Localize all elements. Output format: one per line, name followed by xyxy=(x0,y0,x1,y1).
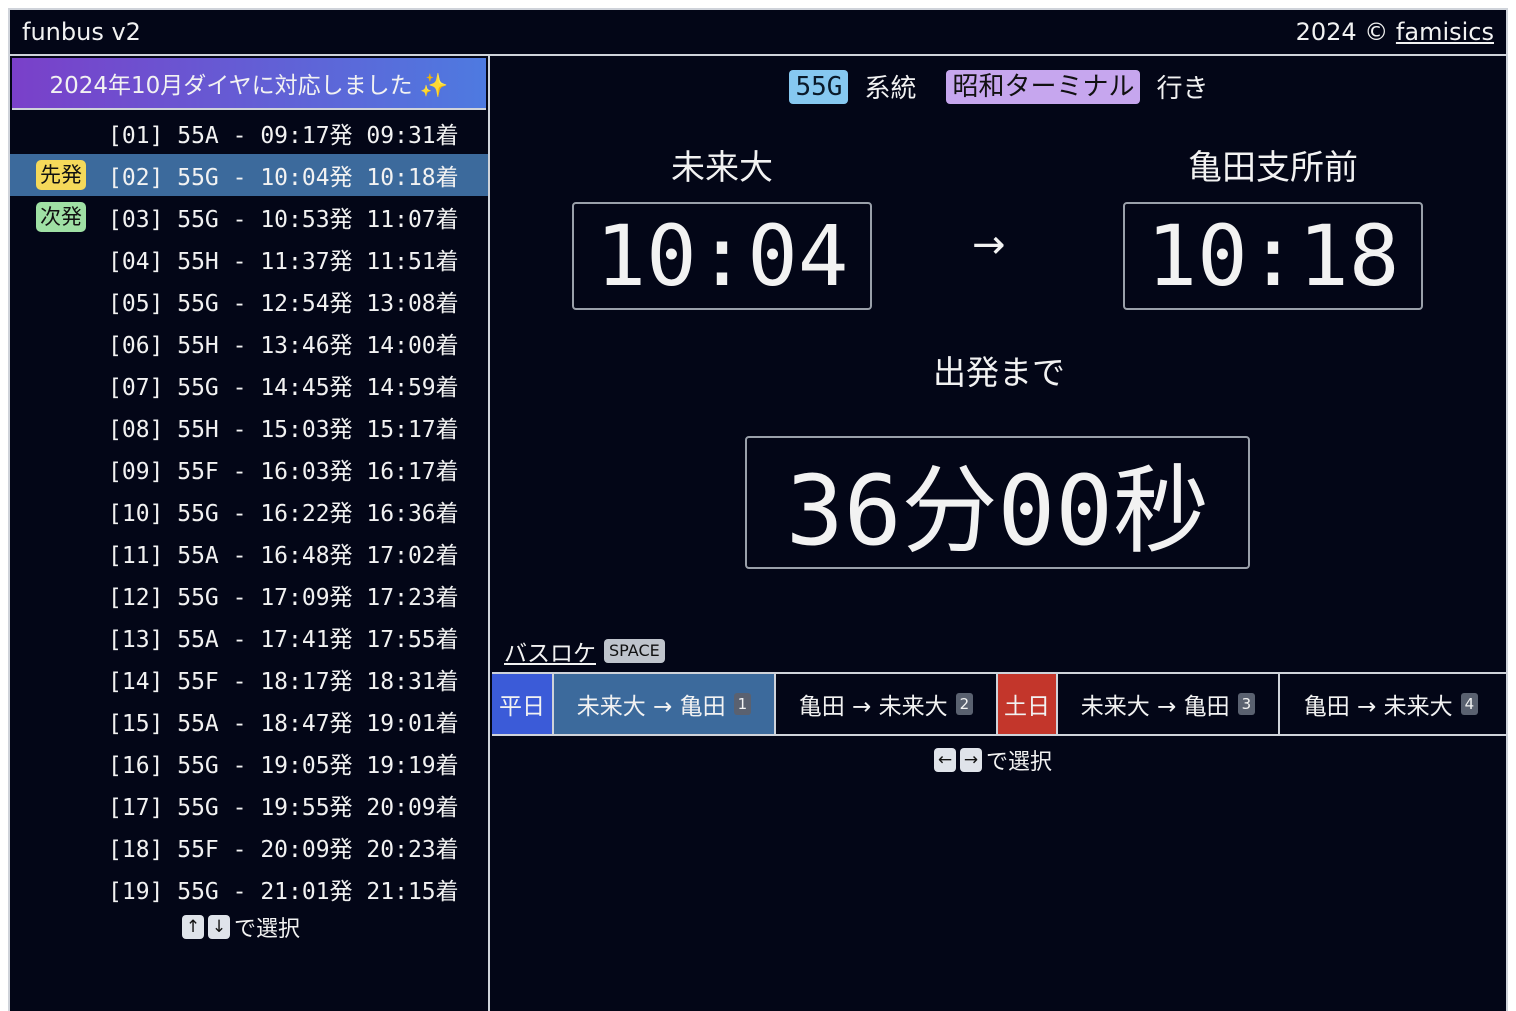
bus-location-link[interactable]: バスロケ xyxy=(504,634,596,668)
author-link[interactable]: famisics xyxy=(1396,18,1494,46)
arrow-right-key: → xyxy=(960,748,982,772)
schedule-tabs: 平日 未来大 → 亀田 1 亀田 → 未来大 2 土日 未来大 → 亀田 3 亀… xyxy=(492,672,1506,736)
departure-row[interactable]: [11] 55A - 16:48発 17:02着 xyxy=(10,532,488,574)
tab-label: 未来大 → 亀田 xyxy=(1080,694,1230,720)
departure-row-text: [19] 55G - 21:01発 21:15着 xyxy=(108,879,459,905)
departure-row-text: [13] 55A - 17:41発 17:55着 xyxy=(108,627,459,653)
arrival-time-display: 10:18 xyxy=(1123,202,1423,310)
bus-location-link-row: バスロケ SPACE xyxy=(504,634,665,668)
departure-panel: 2024年10月ダイヤに対応しました ✨ [01] 55A - 09:17発 0… xyxy=(10,56,490,1011)
destination-stop-name: 亀田支所前 xyxy=(1188,148,1358,188)
tab-shortcut-number: 3 xyxy=(1237,693,1256,715)
departure-row[interactable]: 先発 [02] 55G - 10:04発 10:18着 xyxy=(10,154,488,196)
departure-row-text: [08] 55H - 15:03発 15:17着 xyxy=(108,417,459,443)
arrow-up-key: ↑ xyxy=(182,915,204,939)
departure-row-text: [07] 55G - 14:45発 14:59着 xyxy=(108,375,459,401)
list-hint-label: で選択 xyxy=(234,917,301,942)
arrow-right-icon: → xyxy=(972,222,1006,268)
copyright: 2024 © famisics xyxy=(1296,18,1494,46)
departure-row[interactable]: [07] 55G - 14:45発 14:59着 xyxy=(10,364,488,406)
detail-panel: 55G 系統 昭和ターミナル 行き 未来大 10:04 → 亀田支所前 10:1… xyxy=(492,56,1506,1011)
tab-weekend-to-kameda[interactable]: 未来大 → 亀田 3 xyxy=(1058,674,1280,734)
tab-label: 未来大 → 亀田 xyxy=(576,694,726,720)
tab-shortcut-number: 4 xyxy=(1460,693,1479,715)
departure-row[interactable]: [09] 55F - 16:03発 16:17着 xyxy=(10,448,488,490)
route-code-badge: 55G xyxy=(789,69,849,104)
departure-row[interactable]: [06] 55H - 13:46発 14:00着 xyxy=(10,322,488,364)
departure-row[interactable]: [18] 55F - 20:09発 20:23着 xyxy=(10,826,488,868)
departure-row[interactable]: [10] 55G - 16:22発 16:36着 xyxy=(10,490,488,532)
notice-banner: 2024年10月ダイヤに対応しました ✨ xyxy=(12,58,486,110)
tab-shortcut-number: 2 xyxy=(955,693,974,715)
app-title: funbus v2 xyxy=(22,18,141,46)
next-departure-tag: 次発 xyxy=(36,202,86,232)
departure-row-text: [02] 55G - 10:04発 10:18着 xyxy=(108,165,459,191)
departure-row-text: [12] 55G - 17:09発 17:23着 xyxy=(108,585,459,611)
departure-row-text: [18] 55F - 20:09発 20:23着 xyxy=(108,837,459,863)
departure-row[interactable]: [01] 55A - 09:17発 09:31着 xyxy=(10,112,488,154)
departure-row[interactable]: [05] 55G - 12:54発 13:08着 xyxy=(10,280,488,322)
tab-hint-label: で選択 xyxy=(986,750,1053,775)
departure-row[interactable]: [19] 55G - 21:01発 21:15着 xyxy=(10,868,488,910)
departure-row-text: [11] 55A - 16:48発 17:02着 xyxy=(108,543,459,569)
tab-weekday-to-kameda[interactable]: 未来大 → 亀田 1 xyxy=(554,674,776,734)
countdown-display: 36分00秒 xyxy=(745,436,1250,569)
space-key: SPACE xyxy=(604,639,665,663)
departure-row-text: [17] 55G - 19:55発 20:09着 xyxy=(108,795,459,821)
origin-stop-name: 未来大 xyxy=(671,148,773,188)
list-key-hint: ↑ ↓ で選択 xyxy=(182,911,300,943)
route-header: 55G 系統 昭和ターミナル 行き xyxy=(492,68,1506,105)
departure-row-text: [04] 55H - 11:37発 11:51着 xyxy=(108,249,459,275)
departure-row-text: [14] 55F - 18:17発 18:31着 xyxy=(108,669,459,695)
departure-row[interactable]: [17] 55G - 19:55発 20:09着 xyxy=(10,784,488,826)
bound-label: 行き xyxy=(1156,74,1209,104)
weekday-label: 平日 xyxy=(492,674,554,734)
tab-weekend-to-mirai[interactable]: 亀田 → 未来大 4 xyxy=(1280,674,1502,734)
departure-row[interactable]: [16] 55G - 19:05発 19:19着 xyxy=(10,742,488,784)
copyright-text: 2024 © xyxy=(1295,18,1389,46)
departure-row[interactable]: [08] 55H - 15:03発 15:17着 xyxy=(10,406,488,448)
departure-row-text: [09] 55F - 16:03発 16:17着 xyxy=(108,459,459,485)
system-label: 系統 xyxy=(864,74,917,104)
app-frame: funbus v2 2024 © famisics 2024年10月ダイヤに対応… xyxy=(8,8,1508,1011)
departure-row-text: [05] 55G - 12:54発 13:08着 xyxy=(108,291,459,317)
departure-row[interactable]: 次発 [03] 55G - 10:53発 11:07着 xyxy=(10,196,488,238)
departure-row-text: [10] 55G - 16:22発 16:36着 xyxy=(108,501,459,527)
tab-shortcut-number: 1 xyxy=(733,693,752,715)
departure-row[interactable]: [12] 55G - 17:09発 17:23着 xyxy=(10,574,488,616)
first-departure-tag: 先発 xyxy=(36,160,86,190)
departure-row[interactable]: [04] 55H - 11:37発 11:51着 xyxy=(10,238,488,280)
tab-label: 亀田 → 未来大 xyxy=(798,694,948,720)
departure-row[interactable]: [13] 55A - 17:41発 17:55着 xyxy=(10,616,488,658)
tab-key-hint: ← → で選択 xyxy=(934,744,1052,776)
destination-badge: 昭和ターミナル xyxy=(946,69,1141,104)
weekend-label: 土日 xyxy=(998,674,1058,734)
departure-row-text: [06] 55H - 13:46発 14:00着 xyxy=(108,333,459,359)
departure-row-text: [16] 55G - 19:05発 19:19着 xyxy=(108,753,459,779)
departure-row[interactable]: [15] 55A - 18:47発 19:01着 xyxy=(10,700,488,742)
departure-row[interactable]: [14] 55F - 18:17発 18:31着 xyxy=(10,658,488,700)
departure-list: [01] 55A - 09:17発 09:31着 先発 [02] 55G - 10:… xyxy=(10,112,488,910)
tab-label: 亀田 → 未来大 xyxy=(1303,694,1453,720)
arrow-left-key: ← xyxy=(934,748,956,772)
departure-row-text: [01] 55A - 09:17発 09:31着 xyxy=(108,123,459,149)
top-bar: funbus v2 2024 © famisics xyxy=(10,10,1506,56)
tab-weekday-to-mirai[interactable]: 亀田 → 未来大 2 xyxy=(776,674,998,734)
departure-row-text: [15] 55A - 18:47発 19:01着 xyxy=(108,711,459,737)
departure-row-text: [03] 55G - 10:53発 11:07着 xyxy=(108,207,459,233)
countdown-label: 出発まで xyxy=(933,353,1065,392)
arrow-down-key: ↓ xyxy=(208,915,230,939)
departure-time-display: 10:04 xyxy=(572,202,872,310)
